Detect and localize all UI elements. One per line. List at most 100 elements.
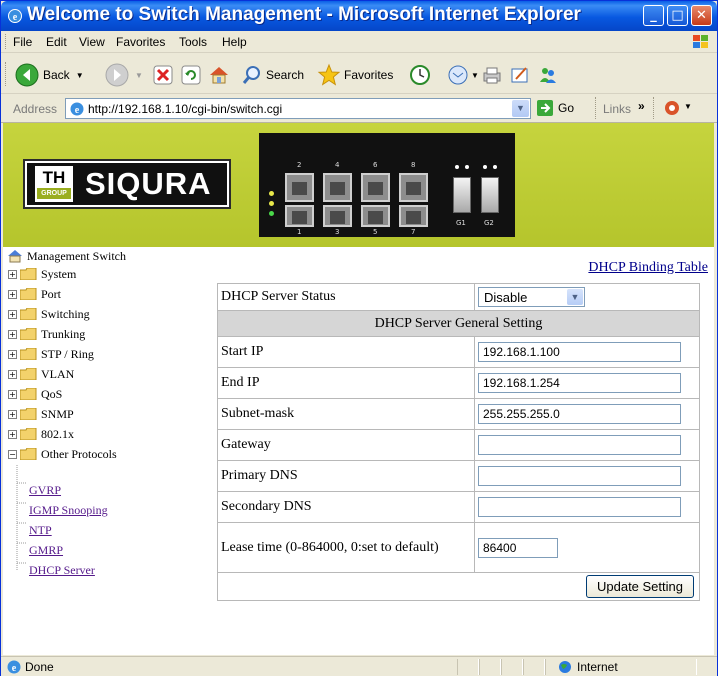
menu-tools[interactable]: Tools xyxy=(179,35,207,49)
folder-icon xyxy=(20,428,37,440)
expand-icon[interactable]: + xyxy=(8,389,17,399)
main-panel: DHCP Binding Table DHCP Server Status Di… xyxy=(216,247,714,655)
expand-icon[interactable]: + xyxy=(8,329,17,339)
primary-dns-input[interactable] xyxy=(478,466,681,486)
sidebar-item-stp-ring[interactable]: + STP / Ring xyxy=(8,345,94,363)
links-grip xyxy=(595,97,597,119)
expand-icon[interactable]: + xyxy=(8,309,17,319)
history-button[interactable] xyxy=(409,62,431,88)
maximize-button[interactable]: □ xyxy=(667,5,688,26)
messenger-button[interactable] xyxy=(537,62,559,88)
sidebar-item-label: SNMP xyxy=(41,406,74,421)
address-input[interactable]: e http://192.168.1.10/cgi-bin/switch.cgi… xyxy=(65,98,531,119)
menu-favorites[interactable]: Favorites xyxy=(116,35,165,49)
lease-time-input[interactable]: 86400 xyxy=(478,537,558,558)
sidebar-item-vlan[interactable]: + VLAN xyxy=(8,365,74,383)
status-row: DHCP Server Status Disable ▼ xyxy=(217,283,700,311)
sidebar-item-snmp[interactable]: + SNMP xyxy=(8,405,74,423)
go-label: Go xyxy=(558,101,575,115)
sidebar-link-igmp-snooping[interactable]: IGMP Snooping xyxy=(29,503,108,518)
print-icon xyxy=(483,67,501,84)
address-dropdown-icon[interactable]: ▼ xyxy=(512,100,529,117)
status-segment xyxy=(479,659,501,675)
mail-dropdown-icon[interactable]: ▼ xyxy=(471,71,479,80)
sidebar-item-port[interactable]: + Port xyxy=(8,285,61,303)
status-led xyxy=(269,211,274,216)
address-bar: Address e http://192.168.1.10/cgi-bin/sw… xyxy=(1,95,717,123)
expand-icon[interactable]: + xyxy=(8,269,17,279)
go-button[interactable]: Go xyxy=(536,99,574,117)
end-ip-input[interactable]: 192.168.1.254 xyxy=(478,373,681,393)
window-title: Welcome to Switch Management - Microsoft… xyxy=(27,4,581,25)
mail-button[interactable]: ▼ xyxy=(447,62,479,88)
menu-view[interactable]: View xyxy=(79,35,105,49)
expand-icon[interactable]: + xyxy=(8,409,17,419)
port-number: 6 xyxy=(373,161,378,169)
favorites-label: Favorites xyxy=(344,68,394,82)
back-dropdown-icon[interactable]: ▼ xyxy=(76,71,84,80)
links-chevron-icon[interactable]: » xyxy=(638,99,645,113)
sidebar-link-dhcp-server[interactable]: DHCP Server xyxy=(29,563,95,578)
button-row: Update Setting xyxy=(217,572,700,601)
minimize-button[interactable]: _ xyxy=(643,5,664,26)
sidebar-item-trunking[interactable]: + Trunking xyxy=(8,325,85,343)
print-button[interactable] xyxy=(481,62,503,88)
edit-button[interactable] xyxy=(509,62,531,88)
lease-row: Lease time (0-864000, 0:set to default) … xyxy=(217,522,700,573)
folder-icon xyxy=(20,268,37,280)
sidebar-item-label: Port xyxy=(41,286,62,301)
sidebar-item-label: 802.1x xyxy=(41,426,74,441)
favorites-button[interactable]: Favorites xyxy=(317,62,393,88)
sidebar-link-ntp[interactable]: NTP xyxy=(29,523,52,538)
switch-port xyxy=(361,173,390,202)
expand-icon[interactable]: + xyxy=(8,349,17,359)
svg-text:e: e xyxy=(12,663,17,674)
stop-button[interactable] xyxy=(153,62,173,88)
refresh-icon xyxy=(181,65,201,85)
sidebar-item-switching[interactable]: + Switching xyxy=(8,305,90,323)
toolbar-grip-2 xyxy=(653,97,655,119)
status-segment xyxy=(457,659,479,675)
menu-help[interactable]: Help xyxy=(222,35,247,49)
status-segment xyxy=(523,659,545,675)
sidebar-item-qos[interactable]: + QoS xyxy=(8,385,62,403)
home-button[interactable] xyxy=(208,62,230,88)
extension-dropdown-icon[interactable]: ▼ xyxy=(684,102,692,111)
tree-lines xyxy=(16,465,27,571)
gateway-label: Gateway xyxy=(217,429,475,461)
toolbar-extension-icon[interactable] xyxy=(663,99,681,117)
gateway-input[interactable] xyxy=(478,435,681,455)
sidebar-item-802-1x[interactable]: +802.1x xyxy=(8,425,74,443)
expand-icon[interactable]: + xyxy=(8,429,17,439)
forward-button[interactable]: ▼ xyxy=(105,62,143,88)
menu-file[interactable]: File xyxy=(13,35,32,49)
tree-root[interactable]: Management Switch xyxy=(7,247,126,265)
menu-edit[interactable]: Edit xyxy=(46,35,67,49)
dhcp-status-select[interactable]: Disable ▼ xyxy=(478,287,585,307)
links-label[interactable]: Links xyxy=(603,102,631,116)
search-button[interactable]: Search xyxy=(241,62,304,88)
svg-text:e: e xyxy=(13,12,18,23)
secondary-dns-input[interactable] xyxy=(478,497,681,517)
sidebar-item-other-protocols[interactable]: − Other Protocols xyxy=(8,445,117,463)
stop-icon xyxy=(153,65,173,85)
sidebar-link-gmrp[interactable]: GMRP xyxy=(29,543,63,558)
close-button[interactable]: ✕ xyxy=(691,5,712,26)
start-ip-input[interactable]: 192.168.1.100 xyxy=(478,342,681,362)
sidebar-link-gvrp[interactable]: GVRP xyxy=(29,483,61,498)
update-setting-button[interactable]: Update Setting xyxy=(585,575,694,598)
forward-dropdown-icon[interactable]: ▼ xyxy=(135,71,143,80)
folder-icon xyxy=(20,328,37,340)
expand-icon[interactable]: + xyxy=(8,369,17,379)
dhcp-status-value: Disable xyxy=(484,290,528,305)
dhcp-binding-table-link[interactable]: DHCP Binding Table xyxy=(588,260,708,276)
back-label: Back xyxy=(43,68,70,82)
subnet-mask-input[interactable]: 255.255.255.0 xyxy=(478,404,681,424)
port-number: 1 xyxy=(297,228,302,236)
refresh-button[interactable] xyxy=(181,62,201,88)
collapse-icon[interactable]: − xyxy=(8,449,17,459)
expand-icon[interactable]: + xyxy=(8,289,17,299)
back-button[interactable]: Back ▼ xyxy=(15,62,84,88)
sidebar-item-system[interactable]: + System xyxy=(8,265,76,283)
status-led xyxy=(269,191,274,196)
